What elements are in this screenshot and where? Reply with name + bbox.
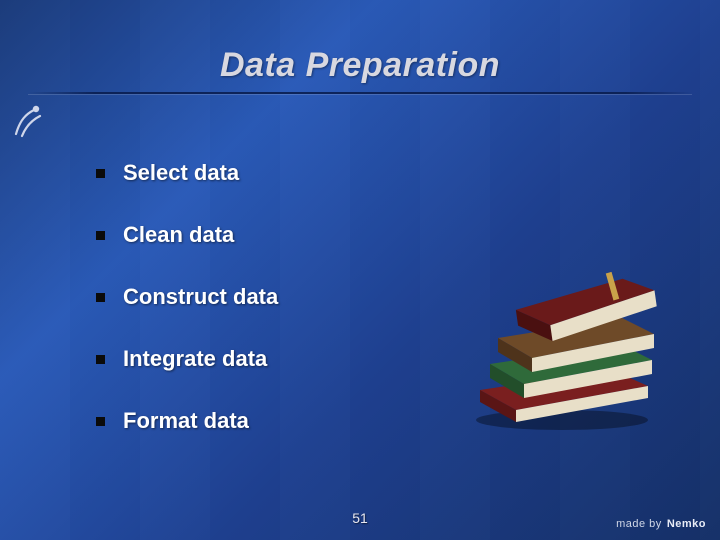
list-item: Integrate data	[96, 346, 278, 372]
bullet-label: Integrate data	[123, 346, 267, 372]
bullet-list: Select data Clean data Construct data In…	[96, 160, 278, 434]
square-bullet-icon	[96, 169, 105, 178]
title-underline	[28, 92, 692, 94]
footer-made-by: made by	[616, 518, 662, 530]
list-item: Construct data	[96, 284, 278, 310]
list-item: Select data	[96, 160, 278, 186]
footer-brand: Nemko	[667, 518, 706, 530]
square-bullet-icon	[96, 417, 105, 426]
square-bullet-icon	[96, 293, 105, 302]
bullet-label: Format data	[123, 408, 249, 434]
bullet-label: Select data	[123, 160, 239, 186]
books-stack-icon	[462, 252, 662, 432]
bullet-label: Clean data	[123, 222, 234, 248]
page-number: 51	[0, 510, 720, 526]
figure-logo-icon	[6, 100, 50, 144]
list-item: Format data	[96, 408, 278, 434]
square-bullet-icon	[96, 355, 105, 364]
footer-credit: made by Nemko	[616, 518, 706, 530]
slide-title: Data Preparation	[0, 46, 720, 85]
square-bullet-icon	[96, 231, 105, 240]
list-item: Clean data	[96, 222, 278, 248]
bullet-label: Construct data	[123, 284, 278, 310]
